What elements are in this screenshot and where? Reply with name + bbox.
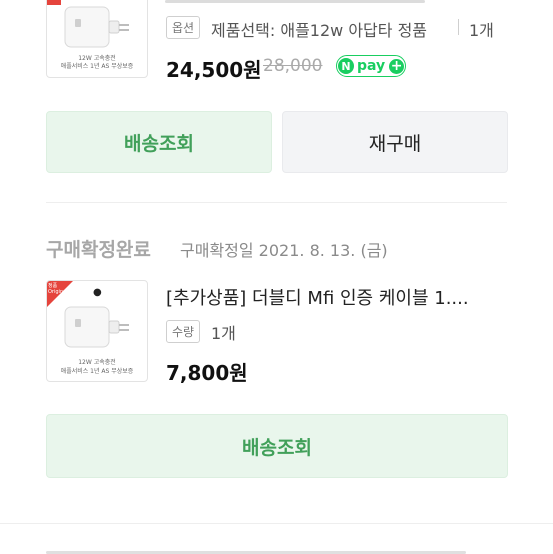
option-tag: 옵션: [166, 16, 201, 39]
reorder-button[interactable]: 재구매: [282, 111, 508, 173]
order1-original-price: 28,000: [263, 56, 323, 76]
bottom-partial-text: [46, 548, 466, 554]
order1-tracking-button[interactable]: 배송조회: [46, 111, 272, 173]
npay-plus-icon: +: [389, 58, 405, 74]
bottom-divider: [0, 523, 553, 524]
apple-logo-icon: ●: [93, 287, 102, 298]
order2-product-thumbnail[interactable]: 정품 Original ● 12W 고속충전 애플서비스 1년 AS 무상보증: [46, 280, 148, 382]
order2-price: 7,800원: [166, 361, 248, 385]
order2-quantity: 1개: [211, 324, 236, 343]
confirm-date: 구매확정일 2021. 8. 13. (금): [180, 241, 388, 260]
original-badge-text: 정품 Original: [48, 283, 68, 295]
npay-label: pay: [357, 58, 386, 74]
adapter-image-icon: [64, 306, 129, 348]
order1-product-thumbnail[interactable]: 12W 고속충전 애플서비스 1년 AS 무상보증: [46, 0, 148, 78]
order1-top-partial-text: [165, 0, 465, 4]
option-text: 제품선택: 애플12w 아답타 정품: [211, 21, 428, 40]
order2-thumb-caption2: 애플서비스 1년 AS 무상보증: [60, 368, 134, 375]
section-divider: [46, 202, 507, 203]
product-title-link[interactable]: [추가상품] 더블디 Mfi 인증 케이블 1....: [166, 284, 469, 310]
option-separator: [458, 19, 459, 35]
order2-tracking-button[interactable]: 배송조회: [46, 414, 508, 478]
order1-red-badge: [47, 0, 61, 5]
npay-badge[interactable]: N pay +: [336, 55, 406, 77]
order2-thumb-caption1: 12W 고속충전: [78, 359, 116, 366]
order1-price: 24,500원: [166, 58, 262, 82]
quantity-tag: 수량: [166, 320, 201, 343]
order1-quantity: 1개: [469, 21, 494, 40]
order1-thumb-caption2: 애플서비스 1년 AS 무상보증: [60, 63, 134, 70]
adapter-image-icon: [64, 6, 129, 48]
npay-n-icon: N: [338, 58, 354, 74]
order-status: 구매확정완료: [46, 239, 151, 261]
